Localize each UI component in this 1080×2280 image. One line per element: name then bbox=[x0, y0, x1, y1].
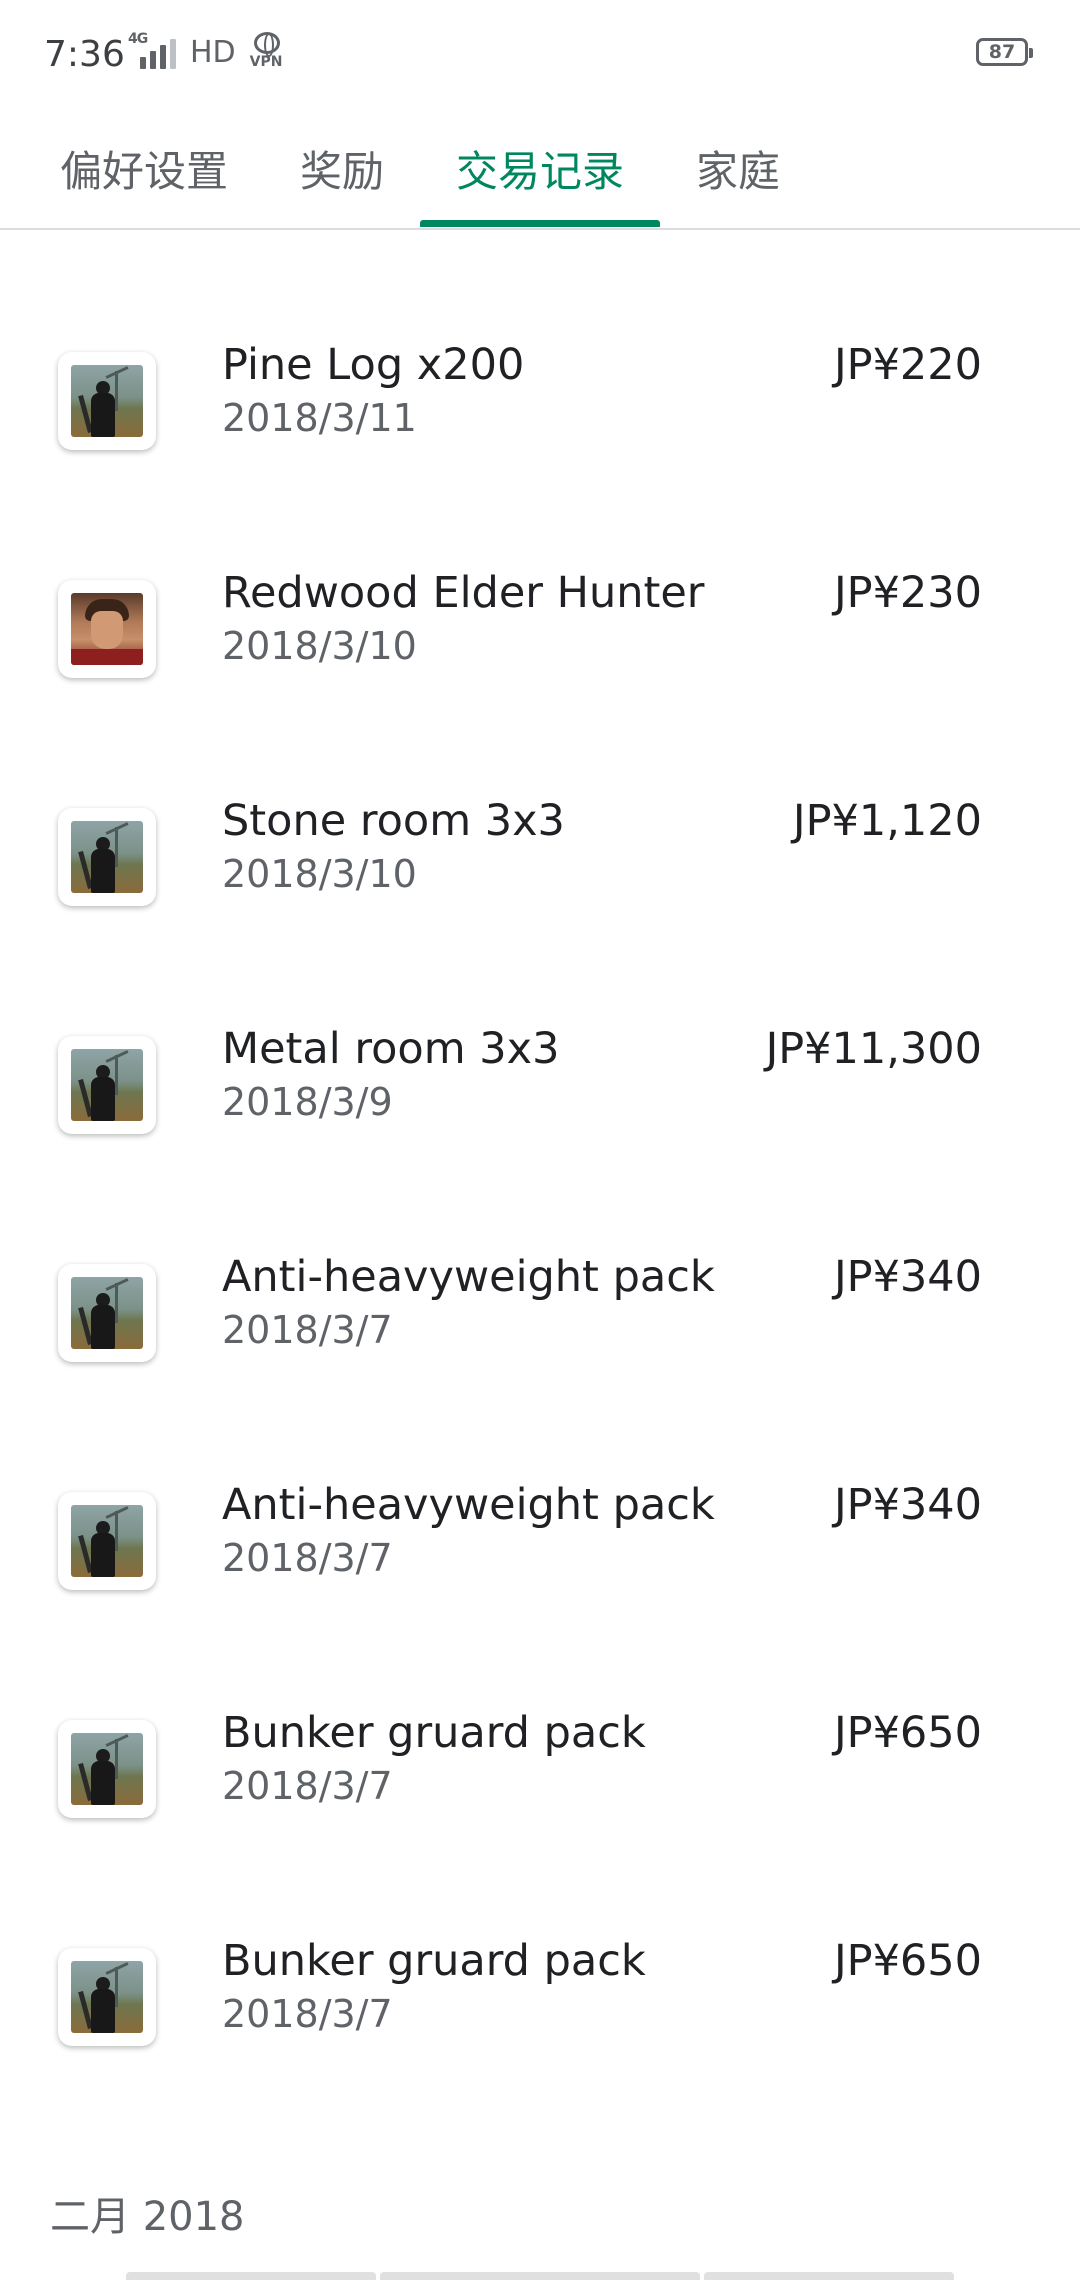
status-icons: 4G HD VPN bbox=[128, 30, 288, 74]
transaction-title: Bunker gruard pack bbox=[222, 1936, 646, 1986]
status-time: 7:36 bbox=[44, 34, 125, 75]
transaction-price: JP¥650 bbox=[833, 1708, 982, 1758]
hd-label: HD bbox=[190, 34, 236, 70]
transaction-row[interactable]: Bunker gruard pack 2018/3/7 JP¥650 bbox=[0, 1650, 1080, 1878]
transaction-price: JP¥11,300 bbox=[765, 1024, 982, 1074]
survivor-game-icon bbox=[58, 1720, 156, 1818]
battery-level: 87 bbox=[988, 41, 1016, 63]
transaction-title: Anti-heavyweight pack bbox=[222, 1480, 715, 1530]
survivor-game-icon bbox=[58, 1492, 156, 1590]
transaction-price: JP¥1,120 bbox=[792, 796, 982, 846]
transaction-title: Stone room 3x3 bbox=[222, 796, 565, 846]
transaction-row[interactable]: Redwood Elder Hunter 2018/3/10 JP¥230 bbox=[0, 510, 1080, 738]
survivor-game-icon bbox=[58, 808, 156, 906]
survivor-game-icon bbox=[58, 352, 156, 450]
survivor-game-icon bbox=[58, 1264, 156, 1362]
transaction-title: Metal room 3x3 bbox=[222, 1024, 560, 1074]
tab-label: 家庭 bbox=[696, 146, 781, 196]
tab-label: 交易记录 bbox=[456, 146, 625, 196]
status-bar: 7:36 4G HD VPN 87 bbox=[0, 0, 1080, 108]
transaction-date: 2018/3/7 bbox=[222, 1992, 393, 2036]
vpn-label: VPN bbox=[249, 54, 283, 70]
tab-bar: 偏好设置 奖励 交易记录 家庭 bbox=[0, 108, 1080, 230]
transaction-date: 2018/3/7 bbox=[222, 1308, 393, 1352]
transaction-list: Pine Log x200 2018/3/11 JP¥220 Redwood E… bbox=[0, 282, 1080, 2106]
battery-icon: 87 bbox=[976, 38, 1033, 66]
transaction-row[interactable]: Anti-heavyweight pack 2018/3/7 JP¥340 bbox=[0, 1422, 1080, 1650]
cellular-signal-icon: 4G bbox=[128, 31, 176, 69]
survivor-game-icon bbox=[58, 1036, 156, 1134]
transaction-price: JP¥340 bbox=[833, 1480, 982, 1530]
transaction-title: Anti-heavyweight pack bbox=[222, 1252, 715, 1302]
tab-preferences[interactable]: 偏好设置 bbox=[60, 108, 228, 228]
transaction-title: Pine Log x200 bbox=[222, 340, 525, 390]
transaction-row[interactable]: Bunker gruard pack 2018/3/7 JP¥650 bbox=[0, 1878, 1080, 2106]
tab-rewards[interactable]: 奖励 bbox=[300, 108, 384, 228]
transaction-price: JP¥220 bbox=[833, 340, 982, 390]
month-section-header: 二月 2018 bbox=[50, 2194, 245, 2240]
vpn-icon: VPN bbox=[248, 32, 288, 72]
transaction-price: JP¥340 bbox=[833, 1252, 982, 1302]
tab-family[interactable]: 家庭 bbox=[696, 108, 780, 228]
transaction-title: Bunker gruard pack bbox=[222, 1708, 646, 1758]
transaction-date: 2018/3/11 bbox=[222, 396, 417, 440]
survivor-game-icon bbox=[58, 1948, 156, 2046]
transaction-date: 2018/3/7 bbox=[222, 1536, 393, 1580]
transaction-date: 2018/3/10 bbox=[222, 624, 417, 668]
transaction-row[interactable]: Metal room 3x3 2018/3/9 JP¥11,300 bbox=[0, 966, 1080, 1194]
transaction-row[interactable]: Anti-heavyweight pack 2018/3/7 JP¥340 bbox=[0, 1194, 1080, 1422]
transaction-date: 2018/3/10 bbox=[222, 852, 417, 896]
tab-transactions[interactable]: 交易记录 bbox=[456, 108, 624, 228]
transaction-price: JP¥650 bbox=[833, 1936, 982, 1986]
transaction-date: 2018/3/9 bbox=[222, 1080, 393, 1124]
transaction-title: Redwood Elder Hunter bbox=[222, 568, 705, 618]
tab-label: 奖励 bbox=[300, 146, 385, 196]
next-section-preview bbox=[0, 2268, 1080, 2280]
transaction-row[interactable]: Pine Log x200 2018/3/11 JP¥220 bbox=[0, 282, 1080, 510]
transaction-row[interactable]: Stone room 3x3 2018/3/10 JP¥1,120 bbox=[0, 738, 1080, 966]
network-type-label: 4G bbox=[128, 31, 148, 47]
transaction-price: JP¥230 bbox=[833, 568, 982, 618]
tab-label: 偏好设置 bbox=[60, 146, 229, 196]
transaction-date: 2018/3/7 bbox=[222, 1764, 393, 1808]
hunter-portrait-icon bbox=[58, 580, 156, 678]
active-tab-indicator bbox=[420, 220, 660, 227]
